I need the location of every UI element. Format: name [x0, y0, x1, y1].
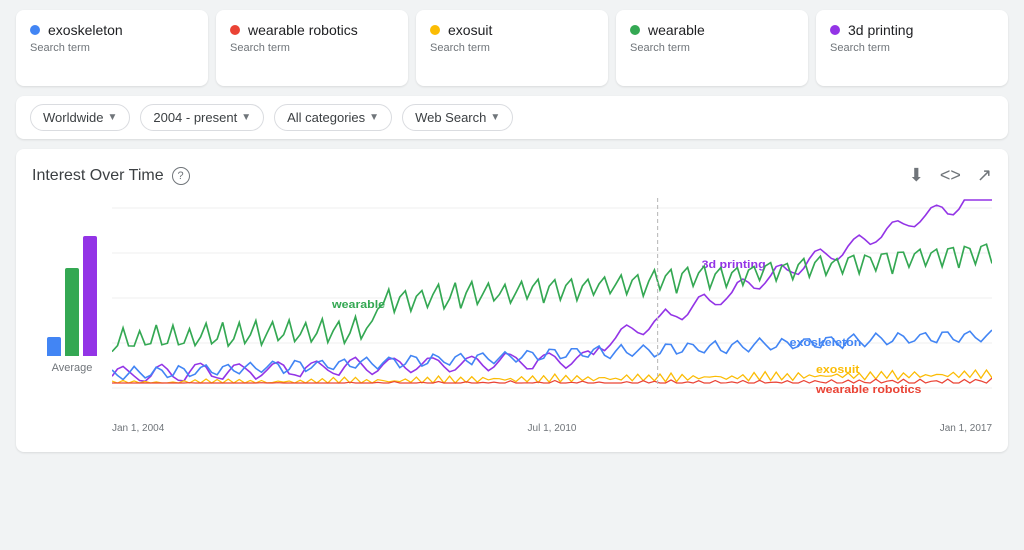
- chart-label-exoskeleton: exoskeleton: [790, 337, 862, 349]
- x-label-2004: Jan 1, 2004: [112, 423, 164, 434]
- chart-title: Interest Over Time: [32, 167, 164, 185]
- help-icon[interactable]: ?: [172, 167, 190, 185]
- chart-svg: 100 75 50 25 3d printingwearableexoskele…: [112, 198, 992, 418]
- download-icon[interactable]: ⬇: [909, 165, 924, 186]
- term-sublabel-wearable: Search term: [630, 42, 794, 54]
- search-term-card-wearable[interactable]: wearable Search term: [616, 10, 808, 86]
- chart-section: Interest Over Time ? ⬇ <> ↗ Average: [16, 149, 1008, 452]
- chart-actions: ⬇ <> ↗: [909, 165, 992, 186]
- term-dot-3d-printing: [830, 25, 840, 35]
- term-header: exosuit: [430, 22, 594, 38]
- chevron-down-icon: ▼: [241, 112, 251, 123]
- filter-date-range[interactable]: 2004 - present ▼: [140, 104, 264, 131]
- x-label-2010: Jul 1, 2010: [528, 423, 577, 434]
- chart-line-exosuit: [112, 370, 992, 383]
- term-sublabel-exoskeleton: Search term: [30, 42, 194, 54]
- term-sublabel-exosuit: Search term: [430, 42, 594, 54]
- term-name-exosuit: exosuit: [448, 22, 492, 38]
- term-header: wearable: [630, 22, 794, 38]
- search-term-card-exosuit[interactable]: exosuit Search term: [416, 10, 608, 86]
- term-dot-exoskeleton: [30, 25, 40, 35]
- chart-line-3d-printing: [112, 200, 992, 381]
- term-header: exoskeleton: [30, 22, 194, 38]
- filter-categories[interactable]: All categories ▼: [274, 104, 392, 131]
- search-term-card-wearable-robotics[interactable]: wearable robotics Search term: [216, 10, 408, 86]
- term-name-3d-printing: 3d printing: [848, 22, 913, 38]
- filter-row: Worldwide ▼ 2004 - present ▼ All categories ▼…: [16, 96, 1008, 139]
- term-header: wearable robotics: [230, 22, 394, 38]
- search-term-card-exoskeleton[interactable]: exoskeleton Search term: [16, 10, 208, 86]
- chart-label-wearable: wearable: [331, 299, 386, 311]
- search-term-card-3d-printing[interactable]: 3d printing Search term: [816, 10, 1008, 86]
- filter-label-categories: All categories: [287, 110, 365, 125]
- filter-worldwide[interactable]: Worldwide ▼: [30, 104, 130, 131]
- chevron-down-icon: ▼: [369, 112, 379, 123]
- chevron-down-icon: ▼: [107, 112, 117, 123]
- term-dot-wearable-robotics: [230, 25, 240, 35]
- avg-bar: [83, 236, 97, 356]
- filter-search-type[interactable]: Web Search ▼: [402, 104, 513, 131]
- chart-label-exosuit: exosuit: [816, 364, 860, 376]
- filter-label-worldwide: Worldwide: [43, 110, 103, 125]
- term-dot-wearable: [630, 25, 640, 35]
- x-labels: Jan 1, 2004 Jul 1, 2010 Jan 1, 2017: [112, 421, 992, 436]
- term-dot-exosuit: [430, 25, 440, 35]
- term-sublabel-wearable-robotics: Search term: [230, 42, 394, 54]
- x-label-2017: Jan 1, 2017: [940, 423, 992, 434]
- term-name-exoskeleton: exoskeleton: [48, 22, 123, 38]
- filter-label-date-range: 2004 - present: [153, 110, 237, 125]
- avg-bars: [47, 198, 97, 358]
- avg-bar: [47, 337, 61, 356]
- term-header: 3d printing: [830, 22, 994, 38]
- share-icon[interactable]: ↗: [977, 165, 992, 186]
- term-name-wearable-robotics: wearable robotics: [248, 22, 358, 38]
- term-sublabel-3d-printing: Search term: [830, 42, 994, 54]
- term-name-wearable: wearable: [648, 22, 705, 38]
- embed-icon[interactable]: <>: [940, 165, 961, 186]
- chart-label-wearable-robotics: wearable robotics: [815, 384, 922, 396]
- chart-label-3d-printing: 3d printing: [702, 259, 766, 271]
- main-chart: 100 75 50 25 3d printingwearableexoskele…: [112, 198, 992, 436]
- filter-label-search-type: Web Search: [415, 110, 486, 125]
- chevron-down-icon: ▼: [490, 112, 500, 123]
- avg-column: Average: [32, 198, 112, 436]
- avg-label: Average: [52, 362, 93, 374]
- search-terms-row: exoskeleton Search term wearable robotic…: [16, 10, 1008, 86]
- avg-bar: [65, 268, 79, 356]
